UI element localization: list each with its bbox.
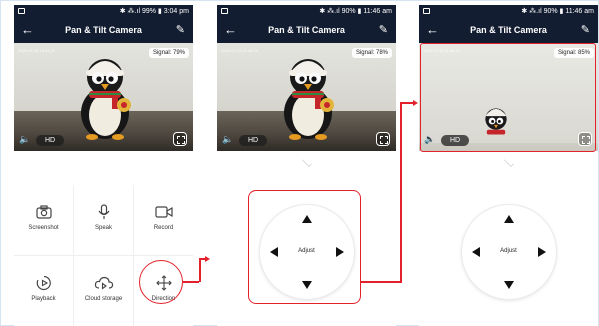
penguin-figurine-image	[284, 59, 334, 140]
cloud-storage-label: Cloud storage	[84, 296, 123, 302]
page-title: Pan & Tilt Camera	[65, 25, 142, 35]
penguin-figurine-image	[81, 59, 131, 140]
speaker-mute-icon[interactable]: 🔈	[222, 133, 236, 145]
playback-button[interactable]: Playback	[14, 256, 73, 326]
screenshot-button[interactable]: Screenshot	[14, 185, 73, 255]
camera-icon	[35, 205, 52, 219]
connector-line	[183, 281, 199, 283]
connector-line	[400, 102, 414, 104]
camera-live-view[interactable]: 2020-07-15 15:04:22 Signal: 79% 🔈 HD	[14, 43, 193, 151]
cloud-storage-button[interactable]: Cloud storage	[74, 256, 133, 326]
playback-icon	[36, 275, 51, 291]
status-info: ✱ ⁂.ıl 90% ▮ 11:46 am	[521, 8, 594, 15]
gallery-notification-icon	[18, 8, 25, 14]
app-bar: ← Pan & Tilt Camera ✎	[217, 18, 396, 43]
screenshot-label: Screenshot	[28, 225, 59, 231]
pan-down-arrow-icon[interactable]	[503, 281, 514, 289]
video-highlight-box	[420, 43, 596, 152]
speak-label: Speak	[94, 225, 112, 231]
status-info: ✱ ⁂.ıl 90% ▮ 11:46 am	[319, 8, 392, 15]
connector-arrowhead-icon	[413, 100, 418, 106]
playback-label: Playback	[31, 296, 56, 302]
ptz-adjust-label: Adjust	[500, 248, 517, 254]
hd-quality-button[interactable]: HD	[36, 135, 65, 146]
connector-line	[400, 102, 402, 283]
edit-pencil-icon[interactable]: ✎	[379, 22, 388, 38]
ptz-direction-pad[interactable]: Adjust	[461, 205, 556, 299]
collapse-chevron-icon[interactable]	[503, 157, 514, 167]
app-bar: ← Pan & Tilt Camera ✎	[14, 18, 193, 43]
microphone-icon	[98, 204, 109, 219]
speaker-mute-icon[interactable]: 🔈	[19, 133, 33, 145]
app-bar: ← Pan & Tilt Camera ✎	[419, 18, 598, 43]
ptz-highlight-box	[248, 190, 361, 304]
record-button[interactable]: Record	[134, 185, 193, 255]
control-grid: Screenshot Speak Record Playback Cloud s…	[14, 185, 193, 326]
gallery-notification-icon	[423, 8, 430, 14]
connector-line	[361, 281, 401, 283]
status-bar: ✱ ⁂.ıl 90% ▮ 11:46 am	[217, 5, 396, 18]
hd-quality-button[interactable]: HD	[239, 135, 268, 146]
edit-pencil-icon[interactable]: ✎	[176, 22, 185, 38]
page-title: Pan & Tilt Camera	[470, 25, 547, 35]
status-bar: ✱ ⁂.ıl 90% ▮ 11:46 am	[419, 5, 598, 18]
status-info: ✱ ⁂.ıl 99% ▮ 3:04 pm	[119, 8, 189, 15]
status-bar: ✱ ⁂.ıl 99% ▮ 3:04 pm	[14, 5, 193, 18]
pan-up-arrow-icon[interactable]	[503, 215, 514, 223]
camera-live-view[interactable]: 2020-07-15 11:46:03 Signal: 78% 🔈 HD	[217, 43, 396, 151]
video-timestamp: 2020-07-15 15:04:22	[18, 48, 56, 53]
signal-badge: Signal: 78%	[351, 48, 392, 58]
page-title: Pan & Tilt Camera	[268, 25, 345, 35]
speak-button[interactable]: Speak	[74, 185, 133, 255]
connector-line	[199, 258, 201, 282]
edit-pencil-icon[interactable]: ✎	[581, 22, 590, 38]
video-timestamp: 2020-07-15 11:46:03	[221, 48, 258, 53]
collapse-chevron-icon[interactable]	[301, 157, 312, 167]
fullscreen-icon[interactable]	[173, 132, 187, 146]
video-record-icon	[154, 206, 173, 218]
signal-badge: Signal: 79%	[148, 48, 189, 58]
fullscreen-icon[interactable]	[376, 132, 390, 146]
direction-highlight-circle	[139, 260, 183, 304]
cloud-storage-icon	[94, 276, 113, 290]
gallery-notification-icon	[221, 8, 228, 14]
connector-arrowhead-icon	[205, 256, 210, 262]
record-label: Record	[153, 225, 174, 231]
